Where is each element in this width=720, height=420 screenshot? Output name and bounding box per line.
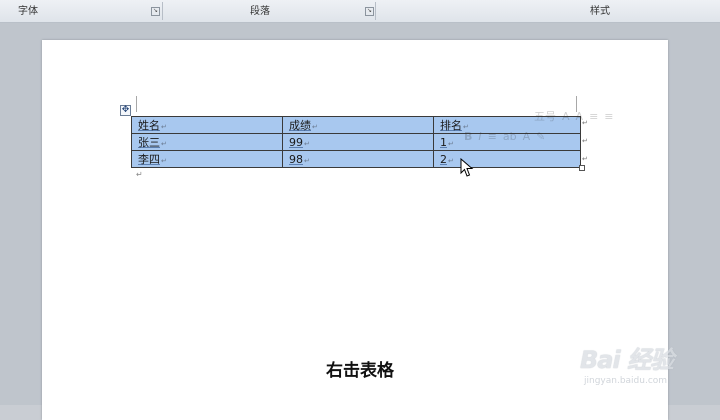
ribbon-separator bbox=[162, 2, 163, 20]
cell-end-mark-icon: ↵ bbox=[448, 139, 454, 148]
cell-end-mark-icon: ↵ bbox=[161, 140, 167, 148]
table-cell[interactable]: 2↵ bbox=[433, 150, 581, 168]
table-cell[interactable]: 李四↵ bbox=[131, 150, 283, 168]
mouse-pointer-icon bbox=[460, 158, 474, 177]
paragraph-mark-icon: ↵ bbox=[136, 170, 143, 179]
table-cell[interactable]: 张三↵ bbox=[131, 133, 283, 151]
ribbon-group-styles-label: 样式 bbox=[590, 6, 610, 17]
center-align-icon[interactable]: ≡ bbox=[488, 130, 497, 143]
table-cell[interactable]: 98↵ bbox=[282, 150, 434, 168]
row-end-mark-icon: ↵ bbox=[582, 155, 588, 163]
ribbon-group-bar: 字体 ↘ 段落 ↘ 样式 bbox=[0, 0, 720, 23]
shrink-font-icon[interactable]: A bbox=[576, 110, 584, 123]
ribbon-group-paragraph[interactable]: 段落 ↘ bbox=[250, 0, 375, 22]
font-size-box[interactable]: 五号 bbox=[534, 108, 556, 124]
table-resize-handle-icon[interactable] bbox=[579, 165, 585, 171]
outdent-icon[interactable]: ≡ bbox=[604, 110, 613, 123]
table-cell[interactable]: 99↵ bbox=[282, 133, 434, 151]
paragraph-dialog-launcher-icon[interactable]: ↘ bbox=[365, 7, 374, 16]
ribbon-group-font[interactable]: 字体 ↘ bbox=[18, 0, 160, 22]
table-row: 李四↵ 98↵ 2↵ bbox=[131, 150, 581, 168]
margin-corner-mark bbox=[136, 96, 137, 112]
ribbon-group-styles[interactable]: 样式 bbox=[590, 0, 650, 22]
baidu-watermark: Bai 经验 jingyan.baidu.com bbox=[580, 340, 710, 390]
bold-icon[interactable]: B bbox=[464, 130, 472, 143]
cell-end-mark-icon: ↵ bbox=[448, 156, 454, 165]
mini-toolbar-row: 五号 A A ≡ ≡ bbox=[458, 106, 640, 126]
cell-end-mark-icon: ↵ bbox=[312, 123, 318, 131]
cell-end-mark-icon: ↵ bbox=[304, 156, 310, 165]
font-color-icon[interactable]: A bbox=[523, 130, 531, 143]
highlight-icon[interactable]: ab bbox=[503, 130, 517, 143]
ribbon-separator bbox=[375, 2, 376, 20]
mini-toolbar-row: B I ≡ ab A ✎ bbox=[458, 126, 640, 146]
grow-font-icon[interactable]: A bbox=[562, 110, 570, 123]
format-painter-icon[interactable]: ✎ bbox=[536, 130, 545, 143]
cell-end-mark-icon: ↵ bbox=[161, 123, 167, 131]
cell-end-mark-icon: ↵ bbox=[161, 157, 167, 165]
table-move-handle-icon[interactable]: ✥ bbox=[120, 105, 131, 116]
mini-toolbar[interactable]: 五号 A A ≡ ≡ B I ≡ ab A ✎ bbox=[458, 106, 640, 150]
table-cell[interactable]: 成绩↵ bbox=[282, 116, 434, 134]
table-cell[interactable]: 姓名↵ bbox=[131, 116, 283, 134]
watermark-brand: Bai 经验 bbox=[580, 346, 674, 374]
ribbon-group-font-label: 字体 bbox=[18, 6, 38, 17]
italic-icon[interactable]: I bbox=[478, 130, 481, 143]
watermark-url: jingyan.baidu.com bbox=[584, 376, 668, 386]
indent-icon[interactable]: ≡ bbox=[589, 110, 598, 123]
ribbon-group-paragraph-label: 段落 bbox=[250, 6, 270, 17]
cell-end-mark-icon: ↵ bbox=[304, 139, 310, 148]
font-dialog-launcher-icon[interactable]: ↘ bbox=[151, 7, 160, 16]
